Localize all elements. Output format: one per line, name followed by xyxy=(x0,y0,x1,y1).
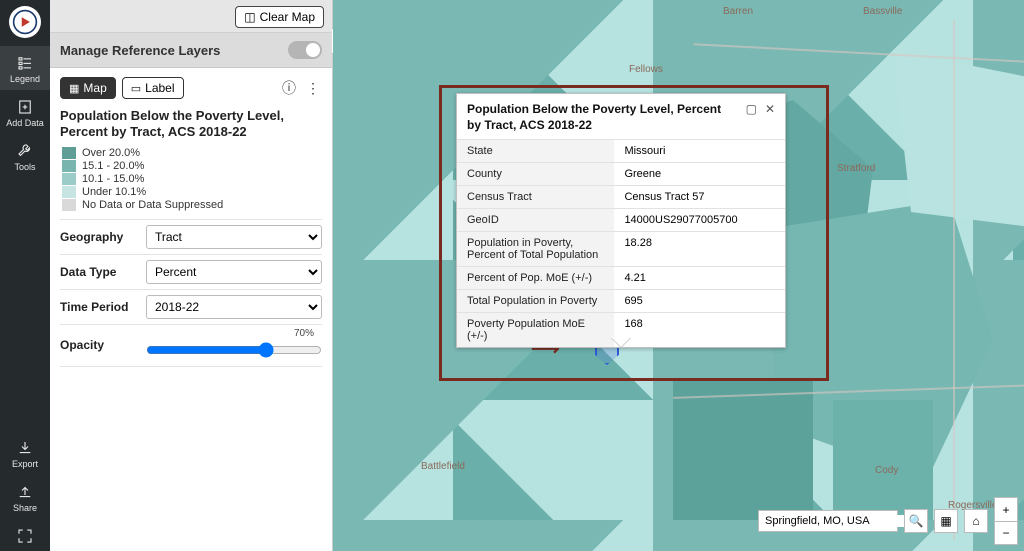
legend-item: 10.1 - 15.0% xyxy=(62,173,322,185)
timeperiod-select[interactable]: 2018-22 xyxy=(146,295,322,319)
close-icon[interactable]: ✕ xyxy=(765,102,775,116)
tab-label[interactable]: ▭ Label xyxy=(122,77,184,99)
nav-export-label: Export xyxy=(12,459,38,469)
datatype-select[interactable]: Percent xyxy=(146,260,322,284)
nav-tools[interactable]: Tools xyxy=(0,134,50,178)
map-search[interactable]: ✕ xyxy=(758,510,898,532)
legend-item: Under 10.1% xyxy=(62,186,322,198)
legend-list: Over 20.0% 15.1 - 20.0% 10.1 - 15.0% Und… xyxy=(62,147,322,211)
home-extent-button[interactable]: ⌂ xyxy=(964,509,988,533)
label-icon: ▭ xyxy=(131,82,141,95)
search-button[interactable]: 🔍 xyxy=(904,509,928,533)
info-icon[interactable]: ⓘ xyxy=(280,76,298,100)
popup-table: StateMissouri CountyGreene Census TractC… xyxy=(457,139,785,347)
nav-add-data-label: Add Data xyxy=(6,118,44,128)
geography-label: Geography xyxy=(60,230,146,244)
place-label: Cody xyxy=(875,465,898,476)
side-panel: ◫ Clear Map Manage Reference Layers ▦ Ma… xyxy=(50,0,333,551)
minus-icon: − xyxy=(1002,526,1009,540)
manage-layers-toggle[interactable] xyxy=(288,41,322,59)
search-input[interactable] xyxy=(765,515,907,527)
place-label: Bassville xyxy=(863,6,902,17)
dock-icon[interactable]: ▢ xyxy=(746,102,757,116)
map-canvas[interactable]: Barren Bassville Fellows Stratford Battl… xyxy=(333,0,1024,551)
nav-legend[interactable]: Legend xyxy=(0,46,50,90)
legend-swatch xyxy=(62,147,76,159)
search-icon: 🔍 xyxy=(909,514,924,528)
table-row: Percent of Pop. MoE (+/-)4.21 xyxy=(457,267,785,290)
map-icon: ▦ xyxy=(69,82,79,95)
table-row: StateMissouri xyxy=(457,140,785,163)
nav-tools-label: Tools xyxy=(14,162,35,172)
table-row: Census TractCensus Tract 57 xyxy=(457,186,785,209)
nav-add-data[interactable]: Add Data xyxy=(0,90,50,134)
legend-item: 15.1 - 20.0% xyxy=(62,160,322,172)
geography-select[interactable]: Tract xyxy=(146,225,322,249)
manage-layers-row[interactable]: Manage Reference Layers xyxy=(50,33,332,68)
feature-popup: Population Below the Poverty Level, Perc… xyxy=(456,93,786,348)
home-icon: ⌂ xyxy=(972,514,979,528)
nav-fullscreen[interactable] xyxy=(0,519,50,551)
popup-title: Population Below the Poverty Level, Perc… xyxy=(467,102,738,133)
clear-map-label: Clear Map xyxy=(260,10,315,24)
opacity-label: Opacity xyxy=(60,338,146,352)
legend-item: No Data or Data Suppressed xyxy=(62,199,322,211)
place-label: Fellows xyxy=(629,64,663,75)
nav-legend-label: Legend xyxy=(10,74,40,84)
zoom-out-button[interactable]: − xyxy=(994,521,1018,545)
opacity-value: 70% xyxy=(294,328,314,339)
legend-swatch xyxy=(62,199,76,211)
legend-swatch xyxy=(62,160,76,172)
legend-item: Over 20.0% xyxy=(62,147,322,159)
zoom-in-button[interactable]: + xyxy=(994,497,1018,521)
table-row: CountyGreene xyxy=(457,163,785,186)
table-row: GeoID14000US29077005700 xyxy=(457,209,785,232)
tab-label-label: Label xyxy=(145,81,174,95)
grid-icon: ▦ xyxy=(940,514,951,528)
clear-map-button[interactable]: ◫ Clear Map xyxy=(235,6,324,28)
manage-layers-title: Manage Reference Layers xyxy=(60,43,220,58)
legend-swatch xyxy=(62,173,76,185)
opacity-slider[interactable] xyxy=(146,342,322,358)
basemap-button[interactable]: ▦ xyxy=(934,509,958,533)
place-label: Barren xyxy=(723,6,753,17)
table-row: Total Population in Poverty695 xyxy=(457,290,785,313)
place-label: Stratford xyxy=(837,163,875,174)
layer-title: Population Below the Poverty Level, Perc… xyxy=(60,108,322,141)
nav-share-label: Share xyxy=(13,503,37,513)
tab-map-label: Map xyxy=(83,81,106,95)
table-row: Population in Poverty, Percent of Total … xyxy=(457,232,785,267)
nav-export[interactable]: Export xyxy=(0,431,50,475)
timeperiod-label: Time Period xyxy=(60,300,146,314)
nav-share[interactable]: Share xyxy=(0,475,50,519)
nav-rail: Legend Add Data Tools Export Share xyxy=(0,0,50,551)
app-logo xyxy=(9,6,41,38)
legend-swatch xyxy=(62,186,76,198)
plus-icon: + xyxy=(1002,503,1009,517)
kebab-icon[interactable]: ⋮ xyxy=(304,78,322,99)
eraser-icon: ◫ xyxy=(244,10,255,24)
datatype-label: Data Type xyxy=(60,265,146,279)
tab-map[interactable]: ▦ Map xyxy=(60,77,116,99)
place-label: Battlefield xyxy=(421,461,465,472)
